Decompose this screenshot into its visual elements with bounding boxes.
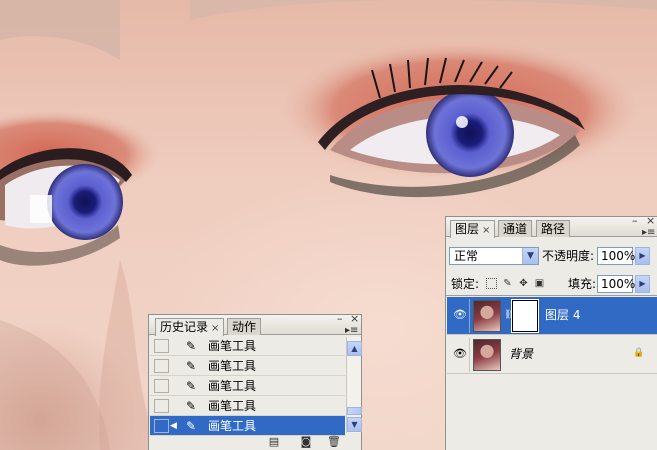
- scroll-thumb[interactable]: [347, 407, 362, 415]
- history-panel-header: 历史记录 × 动作 – × ▸≡: [149, 313, 361, 336]
- divider: [446, 295, 657, 296]
- divider: [469, 299, 470, 333]
- blend-mode-select[interactable]: 正常 ▼: [449, 247, 539, 265]
- lock-icon: 🔒: [633, 348, 645, 358]
- history-snapshot-checkbox[interactable]: [154, 399, 169, 413]
- brush-tool-icon: ✎: [185, 399, 197, 413]
- tab-layers[interactable]: 图层 ×: [450, 220, 496, 238]
- brush-tool-icon: ✎: [185, 379, 197, 393]
- layer-thumbnail: [473, 339, 501, 371]
- opacity-value: 100%: [601, 249, 636, 263]
- blend-mode-value: 正常: [454, 249, 479, 263]
- history-panel: 历史记录 × 动作 – × ▸≡ ✎ 画笔工具 ✎ 画笔工具 ✎ 画笔工具 ✎ 画…: [148, 313, 362, 450]
- history-snapshot-checkbox[interactable]: [154, 419, 169, 433]
- opacity-label: 不透明度:: [542, 249, 595, 263]
- brush-tool-icon: ✎: [185, 419, 197, 433]
- layer-row-layer4[interactable]: 👁 ⛓ 图层 4: [447, 297, 657, 335]
- new-document-from-state-icon[interactable]: ▤: [267, 436, 281, 448]
- brush-tool-icon: ✎: [185, 359, 197, 373]
- scroll-down-icon[interactable]: ▼: [347, 417, 362, 432]
- divider: [469, 338, 470, 372]
- layers-panel: 图层 × 通道 路径 – × ▸≡ 正常 ▼ 不透明度: 100% ▶ 锁定: ✎…: [445, 215, 657, 450]
- tab-history[interactable]: 历史记录 ×: [155, 318, 225, 336]
- history-item-label: 画笔工具: [208, 419, 257, 433]
- panel-menu-icon[interactable]: ▸≡: [345, 325, 358, 336]
- visibility-eye-icon[interactable]: 👁: [453, 348, 467, 360]
- history-item-current[interactable]: ◀ ✎ 画笔工具: [150, 416, 345, 436]
- minimize-icon[interactable]: –: [337, 313, 343, 324]
- visibility-eye-icon[interactable]: 👁: [453, 309, 467, 321]
- brush-tool-icon: ✎: [185, 339, 197, 353]
- tab-actions-label: 动作: [232, 320, 257, 334]
- lock-transparent-icon[interactable]: [486, 278, 497, 289]
- history-scrollbar[interactable]: ▲ ▼: [346, 337, 362, 433]
- history-item-label: 画笔工具: [208, 359, 257, 373]
- minimize-icon[interactable]: –: [632, 215, 638, 226]
- trash-icon[interactable]: 🗑: [327, 436, 341, 448]
- tab-layers-label: 图层: [455, 222, 480, 236]
- history-item[interactable]: ✎ 画笔工具: [150, 396, 345, 416]
- history-snapshot-checkbox[interactable]: [154, 379, 169, 393]
- close-icon[interactable]: ×: [350, 313, 359, 324]
- close-icon[interactable]: ×: [646, 215, 655, 226]
- tab-paths[interactable]: 路径: [536, 220, 571, 237]
- fill-label: 填充:: [568, 277, 597, 291]
- history-snapshot-checkbox[interactable]: [154, 359, 169, 373]
- history-item[interactable]: ✎ 画笔工具: [150, 356, 345, 376]
- tab-channels-label: 通道: [503, 222, 528, 236]
- layer-name: 图层 4: [545, 308, 581, 322]
- tab-close-icon[interactable]: ×: [211, 323, 219, 334]
- lock-position-move-icon[interactable]: ✥: [518, 278, 529, 289]
- opacity-slider-button[interactable]: ▶: [635, 247, 650, 265]
- history-item-label: 画笔工具: [208, 339, 257, 353]
- tab-close-icon[interactable]: ×: [482, 225, 490, 236]
- tab-paths-label: 路径: [541, 222, 566, 236]
- scroll-up-icon[interactable]: ▲: [347, 341, 362, 356]
- history-item-label: 画笔工具: [208, 399, 257, 413]
- fill-slider-button[interactable]: ▶: [635, 275, 650, 293]
- layer-name: 背景: [509, 347, 534, 361]
- history-item[interactable]: ✎ 画笔工具: [150, 376, 345, 396]
- mask-link-chain-icon[interactable]: ⛓: [504, 310, 515, 320]
- lock-image-brush-icon[interactable]: ✎: [502, 278, 513, 289]
- opacity-field[interactable]: 100%: [597, 247, 636, 265]
- layer-mask-thumbnail[interactable]: [511, 299, 539, 333]
- panel-menu-icon[interactable]: ▸≡: [642, 227, 655, 238]
- lock-label: 锁定:: [451, 277, 480, 291]
- tab-actions[interactable]: 动作: [227, 318, 262, 335]
- history-state-pointer-icon[interactable]: ◀: [170, 421, 177, 431]
- tab-channels[interactable]: 通道: [498, 220, 533, 237]
- history-snapshot-checkbox[interactable]: [154, 339, 169, 353]
- fill-field[interactable]: 100%: [597, 275, 636, 293]
- layer-thumbnail: [473, 300, 501, 332]
- history-item-label: 画笔工具: [208, 379, 257, 393]
- layers-panel-header: 图层 × 通道 路径 – × ▸≡: [446, 215, 657, 238]
- new-snapshot-camera-icon[interactable]: ◙: [299, 436, 313, 448]
- history-item[interactable]: ✎ 画笔工具: [150, 336, 345, 356]
- fill-value: 100%: [601, 277, 636, 291]
- tab-history-label: 历史记录: [160, 320, 209, 334]
- lock-all-icon[interactable]: ▣: [534, 278, 545, 289]
- chevron-down-icon: ▼: [522, 248, 538, 264]
- layer-row-background[interactable]: 👁 背景 🔒: [447, 336, 657, 374]
